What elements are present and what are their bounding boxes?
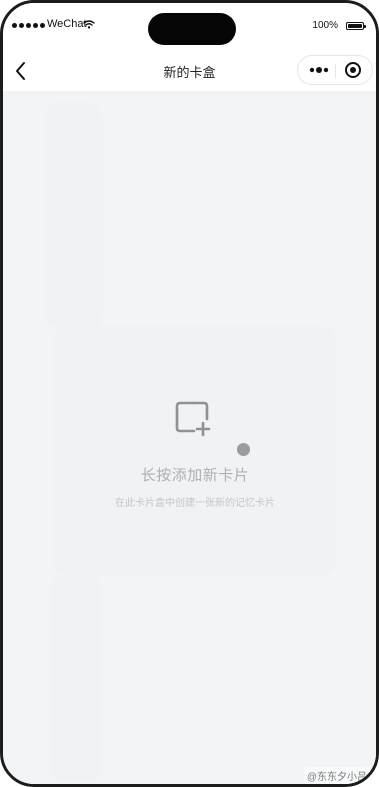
more-button[interactable] — [302, 58, 334, 82]
wifi-icon — [83, 20, 95, 29]
ghost-card-bottom — [53, 579, 99, 779]
status-bar: WeChat 100% — [3, 3, 376, 51]
footer-hint-text: 提示 — [239, 781, 299, 784]
empty-card-title: 长按添加新卡片 — [140, 467, 250, 484]
empty-card-placeholder[interactable]: 长按添加新卡片 在此卡片盒中创建一张新的记忆卡片 — [58, 331, 332, 571]
close-mini-program-button[interactable] — [338, 58, 370, 82]
card-box-content: 长按添加新卡片 在此卡片盒中创建一张新的记忆卡片 — [3, 91, 376, 784]
empty-card-subtitle: 在此卡片盒中创建一张新的记忆卡片 — [115, 498, 275, 509]
watermark: @东东夕小吕 — [303, 767, 370, 784]
target-circle-icon — [345, 62, 361, 78]
navigation-bar: 新的卡盒 — [3, 51, 376, 91]
carrier-label: WeChat — [47, 18, 87, 30]
phone-frame: WeChat 100% 新的卡盒 长按添加新卡片 在此卡片盒中创建一张新的记忆卡… — [0, 0, 379, 787]
signal-dots-icon — [12, 23, 45, 28]
dynamic-island — [148, 13, 236, 45]
battery-percentage: 100% — [312, 20, 338, 31]
mini-program-capsule — [297, 55, 373, 85]
more-dots-icon — [309, 67, 329, 73]
ghost-card-top — [48, 105, 100, 325]
battery-icon — [346, 22, 366, 30]
capsule-divider — [335, 64, 336, 78]
add-square-icon — [175, 401, 211, 437]
touch-indicator — [237, 443, 250, 456]
